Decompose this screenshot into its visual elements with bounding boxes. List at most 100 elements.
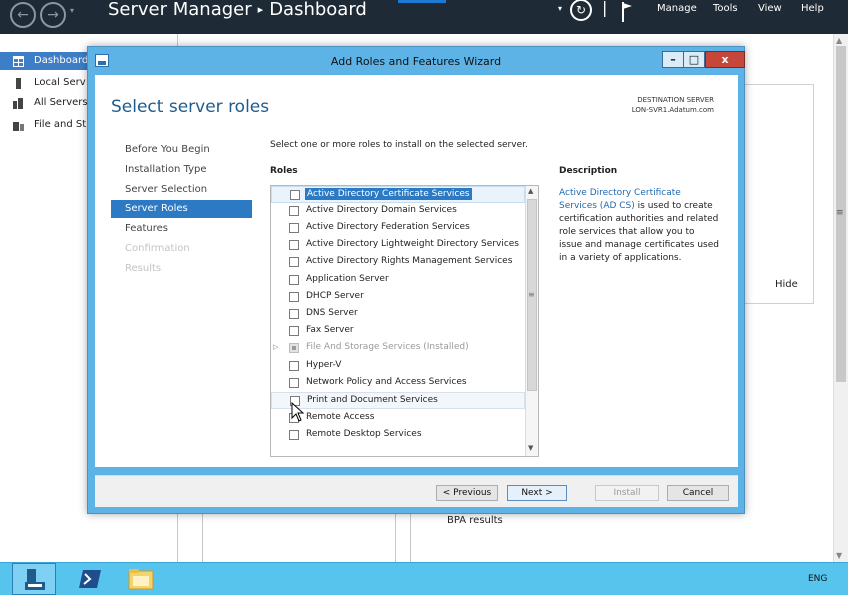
server-icon — [16, 78, 21, 89]
roles-heading: Roles — [270, 166, 298, 176]
role-checkbox[interactable] — [289, 378, 299, 388]
taskbar-file-explorer[interactable] — [120, 563, 164, 595]
divider — [395, 512, 396, 562]
scroll-up-icon[interactable]: ▲ — [528, 187, 533, 195]
step-server-roles[interactable]: Server Roles — [111, 200, 252, 218]
role-item[interactable]: DHCP Server — [271, 289, 525, 306]
language-indicator[interactable]: ENG — [808, 574, 827, 584]
taskbar-powershell[interactable] — [68, 563, 112, 595]
wizard-body: Select server roles DESTINATION SERVER L… — [95, 75, 738, 467]
role-label: Active Directory Lightweight Directory S… — [306, 239, 519, 249]
hide-link[interactable]: Hide — [775, 279, 798, 290]
role-item[interactable]: Active Directory Domain Services — [271, 203, 525, 220]
install-button: Install — [595, 485, 659, 501]
role-item[interactable]: Remote Desktop Services — [271, 427, 525, 444]
destination-server-name: LON-SVR1.Adatum.com — [631, 106, 714, 114]
role-item[interactable]: Active Directory Rights Management Servi… — [271, 254, 525, 271]
scroll-down-icon[interactable]: ▼ — [528, 444, 533, 452]
instruction-text: Select one or more roles to install on t… — [270, 140, 528, 150]
step-features[interactable]: Features — [111, 220, 252, 238]
role-label: Print and Document Services — [307, 395, 438, 405]
role-checkbox[interactable] — [289, 430, 299, 440]
dashboard-icon — [13, 56, 24, 67]
role-checkbox[interactable] — [289, 292, 299, 302]
role-item[interactable]: ▷ File And Storage Services (Installed) — [271, 340, 525, 357]
taskbar-server-manager[interactable] — [12, 563, 56, 595]
divider — [410, 512, 411, 562]
role-label: DNS Server — [306, 308, 358, 318]
menu-tools[interactable]: Tools — [713, 3, 738, 14]
role-label: Active Directory Domain Services — [306, 205, 457, 215]
menu-view[interactable]: View — [758, 3, 782, 14]
close-button[interactable]: x — [705, 51, 745, 68]
notification-flag-icon[interactable] — [620, 0, 634, 24]
role-label: Active Directory Federation Services — [306, 222, 470, 232]
step-installation-type[interactable]: Installation Type — [111, 161, 252, 179]
divider — [202, 512, 203, 562]
role-item[interactable]: Network Policy and Access Services — [271, 375, 525, 392]
role-item[interactable]: Fax Server — [271, 323, 525, 340]
server-manager-icon — [25, 569, 45, 590]
roles-scrollbar[interactable]: ▲ ≡ ▼ — [525, 186, 538, 456]
back-arrow-icon[interactable]: ← — [10, 2, 36, 28]
role-checkbox[interactable] — [290, 190, 300, 200]
menu-help[interactable]: Help — [801, 3, 824, 14]
step-before-you-begin[interactable]: Before You Begin — [111, 141, 252, 159]
step-results: Results — [125, 263, 162, 274]
scroll-up-icon[interactable]: ▲ — [836, 36, 842, 45]
sidebar-item-label: All Servers — [34, 97, 88, 108]
roles-list[interactable]: Active Directory Certificate Services Ac… — [270, 185, 539, 457]
role-item[interactable]: Active Directory Certificate Services — [271, 186, 525, 203]
refresh-icon[interactable]: ↻ — [570, 0, 592, 21]
role-label: Active Directory Certificate Services — [305, 188, 472, 200]
page-title: Server Manager ▸ Dashboard — [108, 0, 367, 20]
role-label: Remote Desktop Services — [306, 429, 422, 439]
scroll-down-icon[interactable]: ▼ — [836, 551, 842, 560]
role-checkbox[interactable] — [289, 309, 299, 319]
bpa-results-label[interactable]: BPA results — [447, 515, 503, 526]
forward-arrow-icon[interactable]: → — [40, 2, 66, 28]
previous-button[interactable]: < Previous — [436, 485, 498, 501]
role-checkbox[interactable] — [289, 240, 299, 250]
expand-arrow-icon[interactable]: ▷ — [273, 343, 278, 351]
file-storage-icon — [13, 122, 24, 131]
role-checkbox[interactable] — [289, 361, 299, 371]
dropdown-arrow-icon[interactable]: ▾ — [558, 4, 562, 13]
role-checkbox[interactable] — [289, 206, 299, 216]
add-roles-wizard-dialog: Add Roles and Features Wizard – □ x Sele… — [87, 46, 745, 514]
role-item[interactable]: Print and Document Services — [271, 392, 525, 409]
menu-manage[interactable]: Manage — [657, 3, 697, 14]
scroll-grip-icon: ≡ — [528, 290, 535, 299]
role-item[interactable]: Remote Access — [271, 410, 525, 427]
role-item[interactable]: Application Server — [271, 272, 525, 289]
cancel-button[interactable]: Cancel — [667, 485, 729, 501]
role-item[interactable]: Active Directory Federation Services — [271, 220, 525, 237]
role-checkbox[interactable] — [289, 257, 299, 267]
history-dropdown-icon[interactable]: ▾ — [70, 6, 74, 15]
description-heading: Description — [559, 166, 618, 176]
role-checkbox[interactable] — [289, 275, 299, 285]
page-scrollbar[interactable] — [833, 34, 848, 562]
role-description: Active Directory Certificate Services (A… — [559, 187, 719, 265]
destination-server-label: DESTINATION SERVER — [637, 96, 714, 104]
role-checkbox[interactable] — [289, 223, 299, 233]
role-label: Fax Server — [306, 325, 354, 335]
wizard-titlebar[interactable]: Add Roles and Features Wizard – □ x — [88, 47, 745, 75]
page-heading: Select server roles — [111, 97, 270, 117]
step-confirmation: Confirmation — [125, 243, 190, 254]
role-item[interactable]: Hyper-V — [271, 358, 525, 375]
minimize-button[interactable]: – — [662, 51, 684, 68]
sidebar-item-label: File and St — [34, 119, 87, 130]
step-server-selection[interactable]: Server Selection — [111, 181, 252, 199]
next-button[interactable]: Next > — [507, 485, 567, 501]
role-label: DHCP Server — [306, 291, 364, 301]
notification-strip — [398, 0, 446, 3]
scroll-grip-icon: ≡ — [836, 208, 844, 218]
role-checkbox[interactable] — [289, 326, 299, 336]
role-item[interactable]: Active Directory Lightweight Directory S… — [271, 237, 525, 254]
maximize-button[interactable]: □ — [683, 51, 705, 68]
role-label: Active Directory Rights Management Servi… — [306, 256, 513, 266]
role-item[interactable]: DNS Server — [271, 306, 525, 323]
server-manager-titlebar: ← → ▾ Server Manager ▸ Dashboard ▾ ↻ | Man… — [0, 0, 848, 34]
role-label: Network Policy and Access Services — [306, 377, 467, 387]
